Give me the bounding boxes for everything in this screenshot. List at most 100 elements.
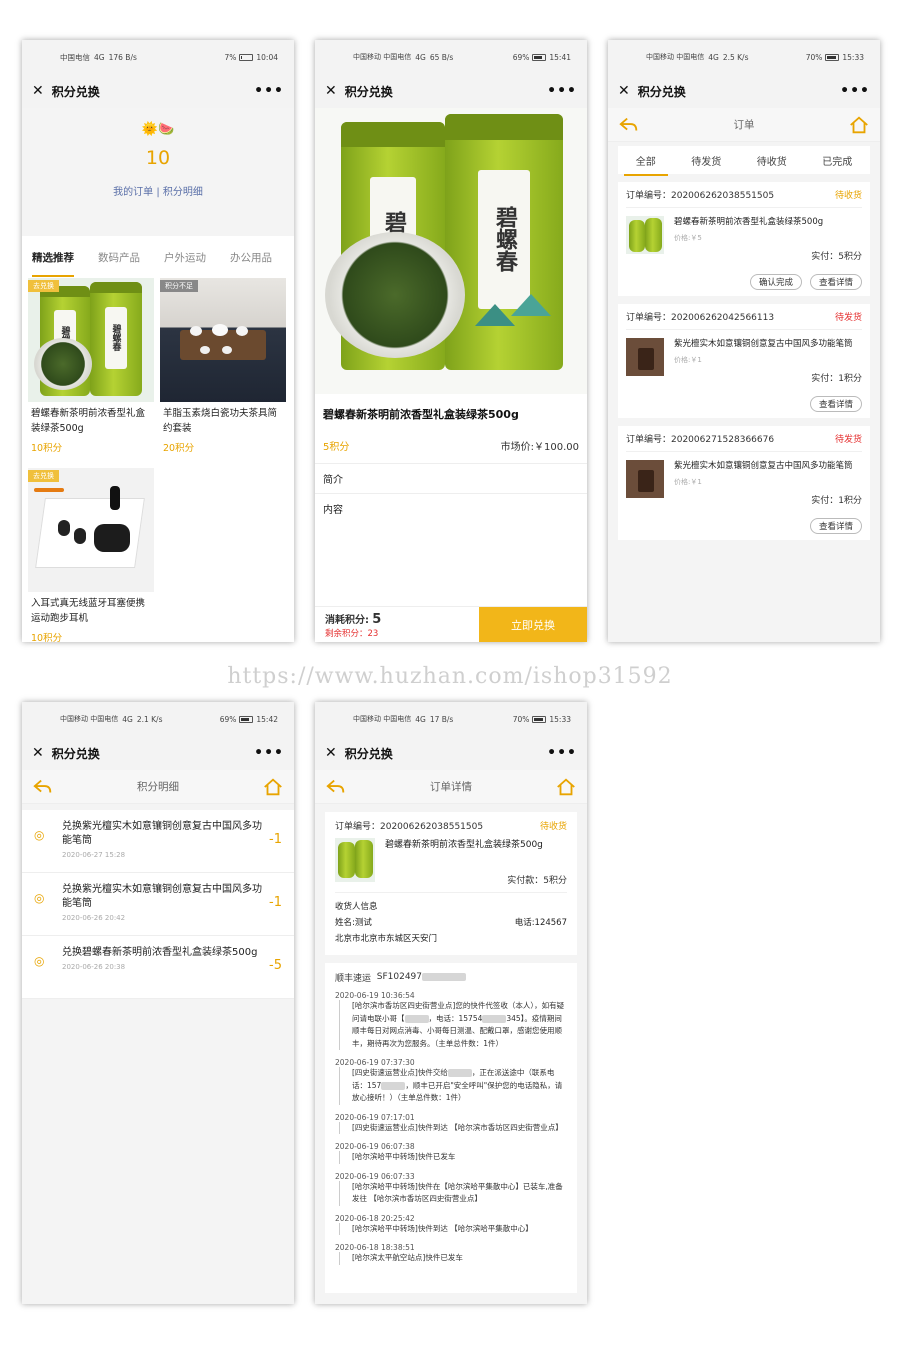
event-desc: [四史街速运营业点]快件到达 【哈尔滨市香坊区四史街营业点】 xyxy=(339,1121,567,1134)
confirm-complete-button[interactable]: 确认完成 xyxy=(749,274,802,290)
home-icon[interactable] xyxy=(848,115,870,135)
back-icon[interactable] xyxy=(32,777,54,797)
tab-featured[interactable]: 精选推荐 xyxy=(32,250,74,277)
order-card: 订单编号：202006271528366676 待发货 紫光檀实木如意镶铜创意复古… xyxy=(618,426,870,540)
order-thumbnail xyxy=(335,838,375,882)
list-item: ◎ 兑换紫光檀实木如意镶铜创意复古中国风多功能笔筒 2020-06-27 15:2… xyxy=(22,810,294,873)
redacted-mask xyxy=(447,1069,472,1077)
tab-all[interactable]: 全部 xyxy=(623,153,668,176)
tab-completed[interactable]: 已完成 xyxy=(822,153,852,168)
clock: 10:04 xyxy=(256,52,278,62)
tracking-event: 2020-06-18 20:25:42 [哈尔滨哈平中转场]快件到达 【哈尔滨哈… xyxy=(335,1214,567,1235)
nav-bar: 订单 xyxy=(608,108,880,142)
tab-to-receive[interactable]: 待收货 xyxy=(757,153,787,168)
order-thumbnail xyxy=(626,460,664,498)
status-bar: 中国移动 中国电信 4G 65 B/s 69% 15:41 xyxy=(315,40,587,74)
can-label: 碧螺春 xyxy=(104,307,128,369)
product-title: 碧螺春新茶明前浓香型礼盒装绿茶500g xyxy=(323,408,519,421)
clock: 15:33 xyxy=(549,714,571,724)
intro-section[interactable]: 简介 xyxy=(315,463,587,493)
order-card: 订单编号：202006262042566113 待发货 紫光檀实木如意镶铜创意复古… xyxy=(618,304,870,418)
net-speed: 2.5 K/s xyxy=(722,52,749,62)
tracking-event: 2020-06-19 06:07:33 [哈尔滨哈平中转场]快件在【哈尔滨哈平集… xyxy=(335,1172,567,1206)
app-title: 积分兑换 xyxy=(51,84,100,99)
page-title: 订单详情 xyxy=(430,781,472,793)
points-log-list: ◎ 兑换紫光檀实木如意镶铜创意复古中国风多功能笔筒 2020-06-27 15:2… xyxy=(22,810,294,999)
order-product-name: 碧螺春新茶明前浓香型礼盒装绿茶500g xyxy=(674,217,824,227)
product-card[interactable]: 碧螺春 碧螺春 去兑换 碧螺春新茶明前浓香型礼盒装绿茶500g 10积分 xyxy=(28,278,154,462)
receiver-address: 北京市北京市东城区天安门 xyxy=(335,934,438,944)
battery-icon xyxy=(239,53,254,61)
list-item: ◎ 兑换碧螺春新茶明前浓香型礼盒装绿茶500g 2020-06-26 20:38 … xyxy=(22,936,294,999)
product-card[interactable]: 去兑换 入耳式真无线蓝牙耳塞便携运动跑步耳机 10积分 xyxy=(28,468,154,642)
more-icon[interactable]: ••• xyxy=(840,83,870,99)
my-orders-link[interactable]: 我的订单 xyxy=(113,187,153,198)
net-speed: 17 B/s xyxy=(429,714,454,724)
more-icon[interactable]: ••• xyxy=(254,745,284,761)
more-icon[interactable]: ••• xyxy=(547,745,577,761)
product-card[interactable]: 积分不足 羊脂玉素烧白瓷功夫茶具简约套装 20积分 xyxy=(160,278,286,462)
home-icon[interactable] xyxy=(262,777,284,797)
order-status: 待收货 xyxy=(834,191,862,201)
close-icon[interactable]: ✕ xyxy=(618,83,630,99)
carrier: 中国电信 xyxy=(60,52,90,62)
order-status: 待收货 xyxy=(539,821,567,832)
close-icon[interactable]: ✕ xyxy=(32,83,44,99)
tracking-card: 顺丰速运 SF102497 2020-06-19 10:36:54 [哈尔滨市香… xyxy=(325,963,577,1293)
log-amount: -1 xyxy=(269,895,282,910)
view-details-button[interactable]: 查看详情 xyxy=(809,396,862,412)
signal: 4G xyxy=(415,714,426,724)
order-product-name: 紫光檀实木如意镶铜创意复古中国风多功能笔筒 xyxy=(674,461,853,471)
points-balance: 10 xyxy=(145,147,171,169)
tracking-number: SF102497 xyxy=(376,972,422,982)
consume-value: 5 xyxy=(372,612,382,627)
view-details-button[interactable]: 查看详情 xyxy=(809,274,862,290)
product-points: 10积分 xyxy=(31,443,63,454)
points-detail-link[interactable]: 积分明细 xyxy=(163,187,203,198)
view-details-button[interactable]: 查看详情 xyxy=(809,518,862,534)
back-icon[interactable] xyxy=(325,777,347,797)
top-bar: ✕ 积分兑换 ••• xyxy=(22,736,294,770)
nav-bar: 积分明细 xyxy=(22,770,294,804)
event-desc: [哈尔滨哈平中转场]快件在【哈尔滨哈平集散中心】已装车,准备发往 【哈尔滨市香坊… xyxy=(339,1180,567,1206)
order-number: 订单编号：202006271528366676 xyxy=(626,435,775,445)
points-header: 🌞🍉 10 我的订单 | 积分明细 xyxy=(22,108,294,230)
battery-icon xyxy=(825,53,840,61)
order-thumbnail xyxy=(626,216,664,254)
tab-digital[interactable]: 数码产品 xyxy=(98,250,140,265)
battery-icon xyxy=(532,715,547,723)
product-hero-image: 碧螺春 碧螺春 xyxy=(315,108,587,394)
more-icon[interactable]: ••• xyxy=(547,83,577,99)
receiver-name: 姓名:测试 xyxy=(335,918,372,928)
category-tabs: 精选推荐 数码产品 户外运动 办公用品 xyxy=(22,236,294,278)
home-icon[interactable] xyxy=(555,777,577,797)
close-icon[interactable]: ✕ xyxy=(32,745,44,761)
tab-office[interactable]: 办公用品 xyxy=(230,250,272,265)
product-name: 羊脂玉素烧白瓷功夫茶具简约套装 xyxy=(163,408,278,434)
more-icon[interactable]: ••• xyxy=(254,83,284,99)
log-text: 兑换紫光檀实木如意镶铜创意复古中国风多功能笔筒 xyxy=(62,821,262,846)
clock: 15:33 xyxy=(842,52,864,62)
battery-text: 70% xyxy=(805,52,823,62)
log-amount: -5 xyxy=(269,958,282,973)
back-icon[interactable] xyxy=(618,115,640,135)
tab-outdoor[interactable]: 户外运动 xyxy=(164,250,206,265)
status-bar: 中国移动 中国电信 4G 17 B/s 70% 15:33 xyxy=(315,702,587,736)
tab-to-ship[interactable]: 待发货 xyxy=(691,153,721,168)
can-label: 碧螺春 xyxy=(478,170,530,309)
remaining-points: 剩余积分：23 xyxy=(325,629,379,639)
log-time: 2020-06-26 20:42 xyxy=(62,914,126,922)
event-time: 2020-06-19 10:36:54 xyxy=(335,991,415,1000)
tracking-event: 2020-06-18 18:38:51 [哈尔滨太平航空站点]快件已发车 xyxy=(335,1243,567,1265)
exchange-button[interactable]: 立即兑换 xyxy=(479,607,587,642)
content-section[interactable]: 内容 xyxy=(315,493,587,523)
order-paid: 实付：5积分 xyxy=(811,252,862,262)
product-info: 碧螺春新茶明前浓香型礼盒装绿茶500g 5积分 市场价:￥100.00 简介 内… xyxy=(315,394,587,622)
signal: 4G xyxy=(122,714,133,724)
close-icon[interactable]: ✕ xyxy=(325,745,337,761)
top-bar: ✕ 积分兑换 ••• xyxy=(315,736,587,770)
app-title: 积分兑换 xyxy=(344,84,393,99)
log-time: 2020-06-27 15:28 xyxy=(62,851,126,859)
close-icon[interactable]: ✕ xyxy=(325,83,337,99)
order-status: 待发货 xyxy=(834,313,862,323)
